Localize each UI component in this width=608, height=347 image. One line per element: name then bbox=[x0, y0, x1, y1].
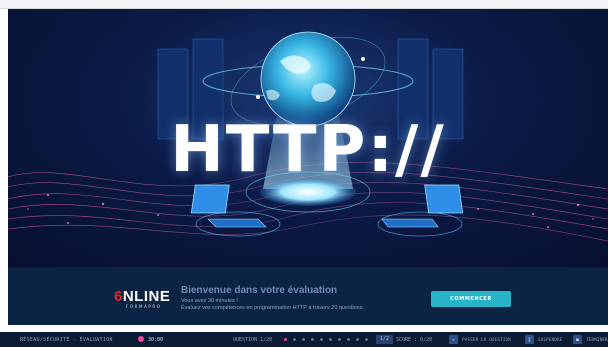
timer-value: 30:00 bbox=[148, 337, 164, 343]
module-label: RÉSEAU/SÉCURITÉ - ÉVALUATION bbox=[20, 337, 113, 343]
skip-icon: » bbox=[449, 335, 458, 344]
logo-subtitle: FORMAPRO bbox=[126, 304, 162, 309]
suspend-label: SUSPENDRE bbox=[538, 337, 563, 342]
progress-dot bbox=[329, 338, 332, 341]
progress-dot bbox=[338, 338, 341, 341]
app-window: HTTP:// 6NLINE FORMAPRO Bienvenue dans v… bbox=[0, 0, 608, 347]
progress-dot bbox=[347, 338, 350, 341]
logo-text: NLINE bbox=[122, 288, 171, 305]
page-indicator[interactable]: 1/2 bbox=[376, 335, 393, 344]
logo-number: 6 bbox=[114, 288, 123, 305]
welcome-description-text: Évaluez vos compétences en programmation… bbox=[181, 305, 365, 311]
question-progress-dots bbox=[284, 338, 374, 342]
hero-banner: HTTP:// bbox=[8, 9, 608, 267]
hero-title: HTTP:// bbox=[170, 113, 446, 187]
welcome-panel bbox=[8, 267, 608, 325]
progress-dot bbox=[302, 338, 305, 341]
finish-label: TERMINER bbox=[586, 337, 608, 342]
welcome-duration-text: Vous avez 30 minutes ! bbox=[181, 298, 238, 304]
progress-dot bbox=[284, 338, 287, 341]
browser-top-strip bbox=[0, 0, 608, 9]
skip-question-label: PASSER LA QUESTION bbox=[462, 337, 511, 342]
start-button[interactable]: COMMENCER bbox=[431, 291, 511, 307]
score-display: SCORE : 0/20 bbox=[396, 337, 433, 343]
logo-wordmark: 6NLINE bbox=[114, 288, 170, 305]
progress-dot bbox=[320, 338, 323, 341]
question-counter: QUESTION 1/20 bbox=[233, 337, 273, 343]
status-bar: RÉSEAU/SÉCURITÉ - ÉVALUATION 30:00 QUEST… bbox=[0, 332, 608, 347]
progress-dot bbox=[293, 338, 296, 341]
pause-icon: ‖ bbox=[525, 335, 534, 344]
welcome-title: Bienvenue dans votre évaluation bbox=[181, 285, 338, 296]
progress-dot bbox=[356, 338, 359, 341]
stop-icon: ■ bbox=[573, 335, 582, 344]
progress-dot bbox=[311, 338, 314, 341]
timer-indicator-icon bbox=[138, 336, 144, 342]
brand-logo: 6NLINE FORMAPRO bbox=[114, 288, 174, 309]
progress-dot bbox=[365, 338, 368, 341]
